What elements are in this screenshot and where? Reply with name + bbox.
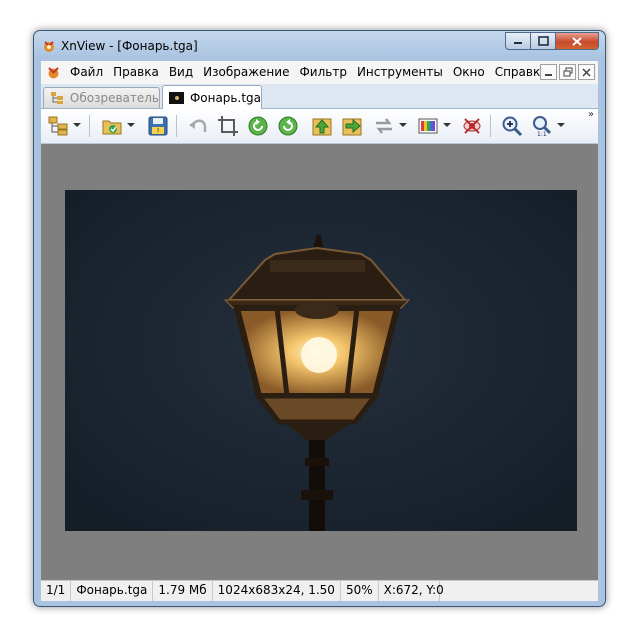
toolbar: ? 1:1 » — [41, 109, 598, 144]
adjust-dropdown-arrow[interactable] — [443, 123, 451, 127]
tab-image-label: Фонарь.tga — [189, 90, 261, 105]
tab-bar: Обозреватель Фонарь.tga — [41, 84, 598, 109]
browser-icon — [48, 116, 68, 136]
previous-icon — [312, 118, 332, 136]
status-filename: Фонарь.tga — [71, 581, 154, 601]
maximize-button[interactable] — [531, 32, 556, 50]
zoom-in-button[interactable] — [501, 115, 523, 137]
tab-browser[interactable]: Обозреватель — [43, 87, 160, 108]
open-button[interactable] — [101, 115, 123, 137]
undo-icon — [189, 119, 207, 132]
browser-dropdown-arrow[interactable] — [73, 123, 81, 127]
transform-button[interactable] — [373, 115, 395, 137]
zoom-fit-icon: 1:1 — [533, 116, 552, 137]
adjust-colors-icon — [418, 118, 438, 134]
menu-file[interactable]: Файл — [65, 65, 108, 79]
toolbar-separator — [89, 115, 90, 137]
mdi-minimize-button[interactable] — [540, 64, 557, 80]
toolbar-overflow-chevron[interactable]: » — [588, 109, 594, 120]
image-thumbnail-icon — [169, 91, 184, 104]
menu-image[interactable]: Изображение — [198, 65, 294, 79]
status-index: 1/1 — [41, 581, 72, 601]
save-icon: ? — [148, 116, 168, 136]
minimize-button[interactable] — [505, 32, 531, 50]
open-dropdown-arrow[interactable] — [127, 123, 135, 127]
red-eye-icon — [463, 118, 481, 134]
undo-button[interactable] — [187, 115, 209, 137]
menu-edit[interactable]: Правка — [108, 65, 164, 79]
browser-button[interactable] — [47, 115, 69, 137]
status-filesize: 1.79 Мб — [153, 581, 213, 601]
transform-dropdown-arrow[interactable] — [399, 123, 407, 127]
mdi-restore-button[interactable] — [559, 64, 576, 80]
client-area: Файл Правка Вид Изображение Фильтр Инстр… — [41, 61, 598, 601]
minimize-icon — [545, 73, 552, 76]
red-eye-button[interactable] — [461, 115, 483, 137]
maximize-icon — [537, 36, 549, 46]
title-bar[interactable]: XnView - [Фонарь.tga] — [34, 31, 605, 61]
adjust-colors-button[interactable] — [417, 115, 439, 137]
mdi-close-button[interactable] — [578, 64, 595, 80]
app-window: XnView - [Фонарь.tga] Файл Правка Вид Из… — [33, 30, 606, 607]
previous-button[interactable] — [311, 115, 333, 137]
tab-image[interactable]: Фонарь.tga — [162, 85, 262, 109]
rotate-right-icon — [278, 116, 298, 136]
close-icon — [572, 36, 582, 46]
save-button[interactable]: ? — [147, 115, 169, 137]
close-icon — [582, 67, 591, 77]
menu-filter[interactable]: Фильтр — [294, 65, 351, 79]
status-bar: 1/1 Фонарь.tga 1.79 Мб 1024x683x24, 1.50… — [41, 580, 598, 601]
svg-text:?: ? — [156, 128, 159, 135]
open-folder-icon — [102, 120, 122, 135]
menu-view[interactable]: Вид — [164, 65, 198, 79]
lantern-photo — [65, 190, 577, 531]
rotate-left-icon — [248, 116, 268, 136]
next-icon — [342, 118, 362, 136]
menu-tools[interactable]: Инструменты — [352, 65, 448, 79]
tab-browser-label: Обозреватель — [69, 91, 159, 105]
toolbar-separator — [490, 115, 491, 137]
image-viewer[interactable] — [41, 144, 598, 580]
crop-button[interactable] — [217, 115, 239, 137]
transform-icon — [376, 118, 392, 134]
menu-window[interactable]: Окно — [448, 65, 490, 79]
restore-icon — [563, 67, 572, 77]
window-title: XnView - [Фонарь.tga] — [61, 39, 198, 53]
toolbar-separator — [176, 115, 177, 137]
document-logo-icon[interactable] — [46, 65, 61, 80]
status-zoom: 50% — [341, 581, 379, 601]
close-button[interactable] — [556, 32, 599, 50]
svg-text:1:1: 1:1 — [537, 131, 547, 137]
rotate-left-button[interactable] — [247, 115, 269, 137]
menu-bar: Файл Правка Вид Изображение Фильтр Инстр… — [41, 61, 598, 85]
status-dimensions: 1024x683x24, 1.50 — [213, 581, 341, 601]
crop-icon — [218, 116, 238, 136]
zoom-actual-button[interactable]: 1:1 — [531, 115, 553, 137]
browser-tree-icon — [51, 92, 63, 104]
zoom-dropdown-arrow[interactable] — [557, 123, 565, 127]
rotate-right-button[interactable] — [277, 115, 299, 137]
zoom-in-icon — [502, 116, 523, 137]
next-button[interactable] — [341, 115, 363, 137]
status-coordinates: X:672, Y:0 — [379, 581, 444, 601]
minimize-icon — [514, 42, 522, 44]
xnview-logo-icon — [44, 41, 54, 52]
